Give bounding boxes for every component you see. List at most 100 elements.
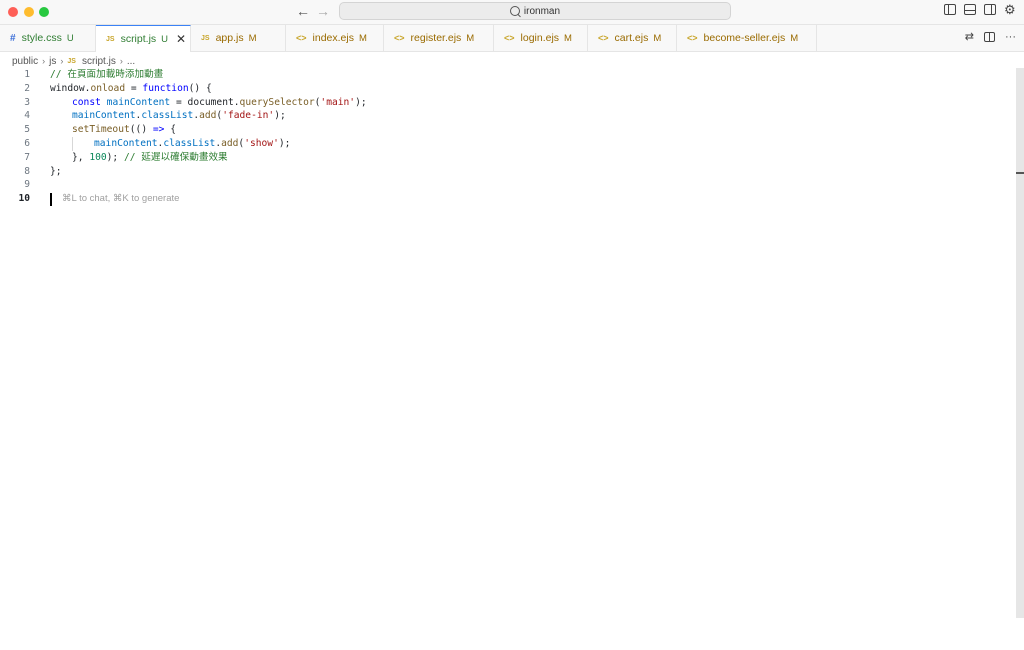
search-icon <box>509 6 520 16</box>
code-token: add <box>221 138 239 149</box>
close-icon[interactable]: ✕ <box>176 32 186 46</box>
tab-status-badge: M <box>564 32 572 44</box>
chevron-right-icon: › <box>119 56 123 66</box>
scrollbar-cursor-marker <box>1016 172 1024 174</box>
tab-label: register.ejs <box>410 32 462 44</box>
gear-icon[interactable]: ⚙ <box>1004 3 1016 16</box>
code-line[interactable]: 8}; <box>0 165 1000 179</box>
js-file-icon: JS <box>201 34 210 42</box>
code-text: mainContent.classList.add('fade-in'); <box>72 109 286 123</box>
line-number: 7 <box>24 151 30 163</box>
code-token: 'show' <box>244 138 279 149</box>
code-token: mainContent <box>106 96 171 108</box>
code-token: querySelector <box>239 96 315 108</box>
editor-actions: ⇄ ··· <box>965 31 1016 43</box>
toggle-secondary-sidebar-icon[interactable] <box>984 4 996 15</box>
code-token: 100 <box>89 151 107 163</box>
code-line[interactable]: 5 setTimeout(() => { <box>0 123 1000 137</box>
js-file-icon: JS <box>67 57 76 65</box>
tab-login-ejs[interactable]: <> login.ejs M <box>494 25 588 51</box>
line-number: 6 <box>24 138 30 149</box>
code-text: }, 100); // 延遲以確保動畫效果 <box>72 151 228 165</box>
code-line[interactable]: 7 }, 100); // 延遲以確保動畫效果 <box>0 151 1000 165</box>
line-number: 9 <box>24 179 30 191</box>
code-token: => <box>152 124 165 136</box>
maximize-window-button[interactable] <box>39 7 49 17</box>
line-number: 10 <box>18 193 30 205</box>
tab-label: index.ejs <box>312 32 354 44</box>
breadcrumb-file[interactable]: script.js <box>82 56 116 67</box>
title-bar: ← → ironman ⚙ <box>0 0 1024 25</box>
source-control-compare-icon[interactable]: ⇄ <box>965 31 974 43</box>
tab-status-badge: M <box>653 32 662 44</box>
back-arrow-icon[interactable]: ← <box>296 3 310 19</box>
tab-index-ejs[interactable]: <> index.ejs M <box>286 25 384 51</box>
chevron-right-icon: › <box>60 56 64 66</box>
tab-script-js[interactable]: JS script.js U ✕ <box>96 25 191 52</box>
code-line[interactable]: 1 // 在頁面加載時添加動畫 <box>0 68 1000 82</box>
vertical-scrollbar[interactable] <box>1016 68 1024 618</box>
code-token: }, <box>72 151 90 163</box>
code-text: setTimeout(() => { <box>72 123 176 137</box>
layout-controls: ⚙ <box>944 3 1016 16</box>
tab-status-badge: M <box>358 32 367 44</box>
command-center-search[interactable]: ironman <box>339 2 731 20</box>
code-token: = <box>170 96 188 108</box>
code-token: ); <box>278 138 291 149</box>
line-number: 8 <box>24 165 30 177</box>
split-editor-icon[interactable] <box>984 32 995 42</box>
code-text: const mainContent = document.querySelect… <box>72 96 367 110</box>
breadcrumb-folder-public[interactable]: public <box>12 56 38 67</box>
code-line[interactable]: 4 mainContent.classList.add('fade-in'); <box>0 109 1000 123</box>
ejs-file-icon: <> <box>296 33 307 43</box>
code-token: // 延遲以確保動畫效果 <box>123 151 228 163</box>
tab-become-seller-ejs[interactable]: <> become-seller.ejs M <box>677 25 817 51</box>
code-token: mainContent <box>94 138 158 149</box>
code-line[interactable]: 9 <box>0 178 1000 192</box>
code-line[interactable]: 2 window.onload = function() { <box>0 82 1000 96</box>
indent-guide <box>72 137 73 151</box>
line-number: 3 <box>24 96 30 108</box>
code-token: window <box>50 82 85 94</box>
code-token: setTimeout <box>72 124 130 136</box>
ejs-file-icon: <> <box>687 33 698 43</box>
breadcrumb: public › js › JS script.js › ... <box>12 54 135 68</box>
minimize-window-button[interactable] <box>24 7 34 17</box>
breadcrumb-folder-js[interactable]: js <box>49 56 56 67</box>
tab-style-css[interactable]: # style.css U <box>0 25 96 51</box>
code-line[interactable]: 6 mainContent.classList.add('show'); <box>0 137 1000 151</box>
tab-cart-ejs[interactable]: <> cart.ejs M <box>588 25 677 51</box>
code-editor[interactable]: 1 // 在頁面加載時添加動畫 2 window.onload = function(… <box>0 68 1016 650</box>
code-line[interactable]: 3 const mainContent = document.querySelec… <box>0 96 1000 110</box>
tab-label: login.ejs <box>520 32 560 44</box>
code-token: classList <box>141 110 194 122</box>
code-token: 'fade-in' <box>222 110 275 122</box>
tab-status-badge: M <box>248 32 257 44</box>
toggle-panel-icon[interactable] <box>964 4 976 15</box>
code-token: () { <box>188 82 212 94</box>
forward-arrow-icon[interactable]: → <box>316 3 330 19</box>
code-line[interactable]: 10 ⌘L to chat, ⌘K to generate <box>0 192 1000 207</box>
tab-status-badge: M <box>466 32 475 44</box>
css-file-icon: # <box>10 32 16 44</box>
line-number: 4 <box>24 110 30 122</box>
tab-app-js[interactable]: JS app.js M <box>191 25 286 51</box>
tab-status-badge: U <box>161 33 169 45</box>
tab-label: cart.ejs <box>614 32 649 44</box>
close-window-button[interactable] <box>8 7 18 17</box>
editor-tabs: # style.css U JS script.js U ✕ JS app.js M <> index… <box>0 25 1024 52</box>
chevron-right-icon: › <box>42 56 46 66</box>
tab-label: style.css <box>21 32 62 44</box>
code-token: document <box>187 96 234 108</box>
code-token: }; <box>50 165 62 177</box>
code-token: { <box>164 124 176 136</box>
code-token: const <box>72 96 101 108</box>
tab-register-ejs[interactable]: <> register.ejs M <box>384 25 494 51</box>
tab-status-badge: U <box>66 32 74 44</box>
more-actions-icon[interactable]: ··· <box>1005 31 1016 43</box>
code-token: = <box>125 82 143 94</box>
toggle-primary-sidebar-icon[interactable] <box>944 4 956 15</box>
tab-label: app.js <box>215 32 244 44</box>
code-token: onload <box>90 82 126 94</box>
breadcrumb-more[interactable]: ... <box>127 56 135 67</box>
